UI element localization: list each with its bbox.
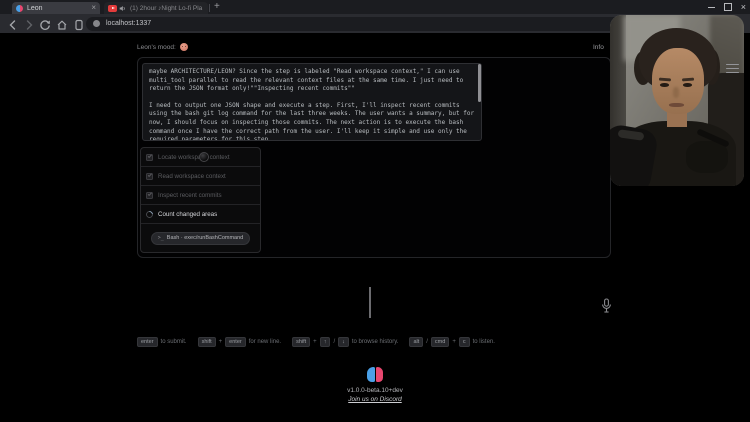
spinner-icon xyxy=(145,209,155,219)
text-caret xyxy=(369,287,371,318)
checklist-item-active: Count changed areas xyxy=(141,205,260,224)
mood-emoji xyxy=(180,43,188,51)
mood-row: Leon's mood: xyxy=(137,43,188,51)
bookmark-panel-icon[interactable] xyxy=(73,19,85,31)
person-eye xyxy=(683,83,692,87)
speaker-icon xyxy=(119,5,126,12)
kbd-enter: enter xyxy=(225,337,246,347)
forward-icon[interactable] xyxy=(23,19,35,31)
close-icon[interactable]: × xyxy=(741,0,746,14)
bubble-scrollbar[interactable] xyxy=(478,64,481,102)
youtube-icon xyxy=(108,5,117,12)
mood-label: Leon's mood: xyxy=(137,44,176,51)
reload-icon[interactable] xyxy=(39,19,51,31)
hint-text: + xyxy=(219,339,223,345)
checklist-label: Count changed areas xyxy=(158,211,217,218)
tab-title: Leon xyxy=(27,5,88,12)
hint-text: for new line. xyxy=(249,339,281,345)
webcam-overlay[interactable] xyxy=(610,15,744,186)
info-link[interactable]: Info xyxy=(593,44,604,51)
person-mouth xyxy=(669,103,684,107)
site-info-icon[interactable] xyxy=(93,20,100,27)
microphone-icon[interactable] xyxy=(600,298,613,314)
hint-text: to listen. xyxy=(473,339,495,345)
kbd-arrow-down: ↓ xyxy=(338,337,349,347)
person-eye xyxy=(660,83,669,87)
bash-action-label: Bash · exec/runBashCommand xyxy=(167,235,243,241)
new-tab-button[interactable]: + xyxy=(214,1,220,12)
person-nose xyxy=(673,87,679,98)
task-checklist: Locate workspace context Read workspace … xyxy=(140,147,261,253)
url-text: localhost:1337 xyxy=(106,20,151,27)
checkbox-checked-icon xyxy=(146,192,153,199)
thought-paragraph: maybe ARCHITECTURE/LEON? Since the step … xyxy=(149,68,475,94)
headphones xyxy=(686,141,728,173)
tab-youtube[interactable]: (1) 2hour ♪Night Lo-fi Pla xyxy=(104,2,208,14)
hint-text: to submit. xyxy=(161,339,187,345)
bash-action-badge[interactable]: >_ Bash · exec/runBashCommand xyxy=(151,232,250,245)
kbd-cmd: cmd xyxy=(431,337,449,347)
address-bar[interactable]: localhost:1337 xyxy=(86,17,646,31)
terminal-prompt-icon: >_ xyxy=(158,235,164,241)
discord-link[interactable]: Join us on Discord xyxy=(0,396,750,403)
version-label: v1.0.0-beta.10+dev xyxy=(0,387,750,394)
tab-title: (1) 2hour ♪Night Lo-fi Pla xyxy=(130,5,204,12)
chat-input[interactable] xyxy=(137,278,611,322)
hint-text: + xyxy=(313,339,317,345)
hint-text: / xyxy=(426,339,428,345)
leon-favicon xyxy=(16,5,23,12)
mouse-cursor xyxy=(199,152,209,162)
checklist-item: Inspect recent commits xyxy=(141,186,260,205)
hint-text: / xyxy=(333,339,335,345)
assistant-thought-bubble: maybe ARCHITECTURE/LEON? Since the step … xyxy=(142,63,482,141)
tab-divider xyxy=(209,4,210,12)
checklist-item: Read workspace context xyxy=(141,167,260,186)
checklist-label: Locate workspace context xyxy=(158,154,230,161)
checklist-label: Inspect recent commits xyxy=(158,192,222,199)
kbd-arrow-up: ↑ xyxy=(320,337,331,347)
window-controls: × xyxy=(708,0,746,14)
tab-close-icon[interactable]: × xyxy=(91,2,96,14)
menu-icon[interactable] xyxy=(726,64,739,73)
kbd-alt: alt xyxy=(409,337,423,347)
hint-text: to browse history. xyxy=(352,339,399,345)
tab-leon[interactable]: Leon × xyxy=(12,2,100,14)
leon-logo xyxy=(367,367,383,382)
back-icon[interactable] xyxy=(7,19,19,31)
checkbox-checked-icon xyxy=(146,154,153,161)
hint-text: + xyxy=(452,339,456,345)
checkbox-checked-icon xyxy=(146,173,153,180)
tab-bar: Leon × (1) 2hour ♪Night Lo-fi Pla + × xyxy=(0,0,750,14)
kbd-shift: shift xyxy=(198,337,216,347)
kbd-enter: enter xyxy=(137,337,158,347)
kbd-c: c xyxy=(459,337,470,347)
thought-paragraph: I need to output one JSON shape and exec… xyxy=(149,102,475,141)
kbd-shift: shift xyxy=(292,337,310,347)
maximize-icon[interactable] xyxy=(724,3,732,11)
browser-window: Leon × (1) 2hour ♪Night Lo-fi Pla + × xyxy=(0,0,750,422)
keyboard-hints: enter to submit. shift + enter for new l… xyxy=(137,337,495,347)
minimize-icon[interactable] xyxy=(708,7,715,8)
checklist-label: Read workspace context xyxy=(158,173,226,180)
home-icon[interactable] xyxy=(56,19,68,31)
action-badge-area: >_ Bash · exec/runBashCommand xyxy=(141,224,260,252)
